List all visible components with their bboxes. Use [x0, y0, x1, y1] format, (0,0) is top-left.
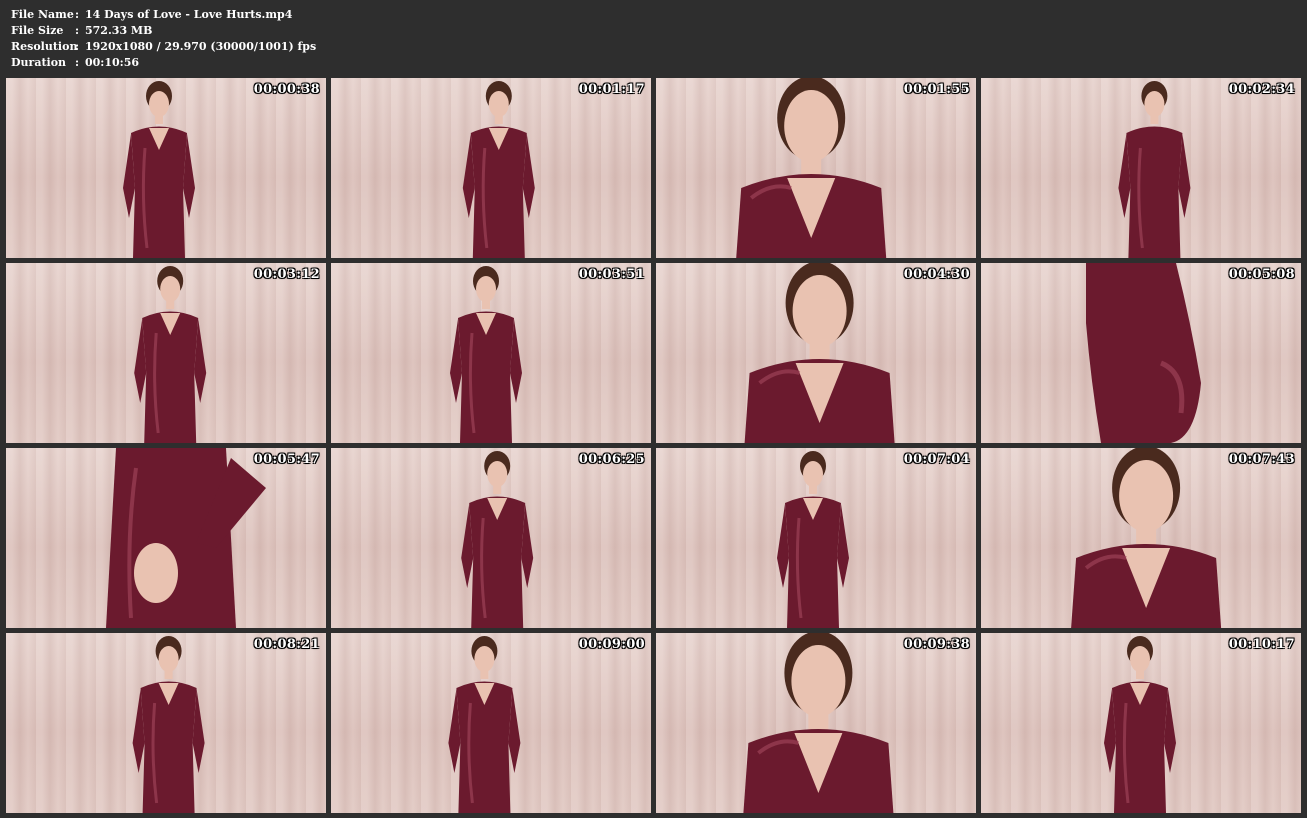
- thumbnail-timestamp: 00:05:47: [253, 452, 320, 467]
- video-thumbnail: 00:01:55: [656, 78, 976, 258]
- thumbnail-frame-image: [1104, 636, 1176, 813]
- thumbnail-frame-image: [736, 78, 887, 258]
- separator: :: [75, 8, 80, 21]
- separator: :: [75, 56, 80, 69]
- figure-silhouette: [134, 266, 207, 443]
- thumbnail-frame-image: [450, 266, 522, 443]
- video-thumbnail: 00:03:51: [331, 263, 651, 443]
- thumbnail-timestamp: 00:04:30: [903, 267, 970, 282]
- video-thumbnail: 00:00:38: [6, 78, 326, 258]
- thumbnail-frame-image: [448, 636, 521, 813]
- thumbnail-timestamp: 00:10:17: [1228, 637, 1295, 652]
- separator: :: [75, 24, 80, 37]
- thumbnail-frame-image: [462, 81, 535, 258]
- figure-silhouette: [1086, 263, 1201, 443]
- video-thumbnail: 00:08:21: [6, 633, 326, 813]
- thumbnail-timestamp: 00:01:17: [578, 82, 645, 97]
- figure-silhouette: [1071, 448, 1222, 628]
- figure-silhouette: [777, 451, 849, 628]
- figure-silhouette: [1118, 81, 1191, 258]
- file-size-value: 572.33 MB: [85, 24, 153, 37]
- thumbnail-grid: 00:00:38 00:01:17 00:01:55 00:02:34 00:03:12…: [6, 78, 1301, 813]
- video-thumbnail: 00:09:00: [331, 633, 651, 813]
- figure-silhouette: [132, 636, 205, 813]
- file-name-value: 14 Days of Love - Love Hurts.mp4: [85, 8, 293, 21]
- video-thumbnail: 00:09:38: [656, 633, 976, 813]
- figure-silhouette: [106, 448, 266, 628]
- thumbnail-timestamp: 00:07:43: [1228, 452, 1295, 467]
- thumbnail-timestamp: 00:03:51: [578, 267, 645, 282]
- thumbnail-frame-image: [106, 448, 266, 628]
- thumbnail-frame-image: [777, 451, 849, 628]
- thumbnail-frame-image: [132, 636, 205, 813]
- thumbnail-timestamp: 00:09:00: [578, 637, 645, 652]
- thumbnail-frame-image: [1118, 81, 1191, 258]
- thumbnail-frame-image: [744, 263, 895, 443]
- video-thumbnail: 00:02:34: [981, 78, 1301, 258]
- video-thumbnail: 00:07:04: [656, 448, 976, 628]
- duration-label: Duration: [11, 56, 67, 69]
- figure-silhouette: [462, 81, 535, 258]
- file-size-row: File Size : 572.33 MB: [11, 23, 316, 39]
- figure-silhouette: [461, 451, 534, 628]
- thumbnail-timestamp: 00:09:38: [903, 637, 970, 652]
- thumbnail-timestamp: 00:05:08: [1228, 267, 1295, 282]
- video-thumbnail: 00:01:17: [331, 78, 651, 258]
- resolution-value: 1920x1080 / 29.970 (30000/1001) fps: [85, 40, 317, 53]
- video-thumbnail: 00:05:47: [6, 448, 326, 628]
- thumbnail-frame-image: [134, 266, 207, 443]
- thumbnail-timestamp: 00:00:38: [253, 82, 320, 97]
- thumbnail-timestamp: 00:07:04: [903, 452, 970, 467]
- figure-silhouette: [743, 633, 894, 813]
- file-name-row: File Name : 14 Days of Love - Love Hurts…: [11, 7, 316, 23]
- resolution-label: Resolution: [11, 40, 78, 53]
- video-thumbnail: 00:04:30: [656, 263, 976, 443]
- thumbnail-timestamp: 00:03:12: [253, 267, 320, 282]
- thumbnail-timestamp: 00:08:21: [253, 637, 320, 652]
- thumbnail-timestamp: 00:06:25: [578, 452, 645, 467]
- video-thumbnail: 00:07:43: [981, 448, 1301, 628]
- video-thumbnail: 00:05:08: [981, 263, 1301, 443]
- duration-row: Duration : 00:10:56: [11, 55, 316, 71]
- file-size-label: File Size: [11, 24, 64, 37]
- duration-value: 00:10:56: [85, 56, 140, 69]
- thumbnail-frame-image: [1086, 263, 1201, 443]
- thumbnail-frame-image: [1071, 448, 1222, 628]
- separator: :: [75, 40, 80, 53]
- figure-silhouette: [1104, 636, 1176, 813]
- figure-silhouette: [448, 636, 521, 813]
- thumbnail-frame-image: [461, 451, 534, 628]
- figure-silhouette: [450, 266, 522, 443]
- video-thumbnail: 00:10:17: [981, 633, 1301, 813]
- thumbnail-timestamp: 00:01:55: [903, 82, 970, 97]
- figure-silhouette: [736, 78, 887, 258]
- figure-silhouette: [744, 263, 895, 443]
- thumbnail-frame-image: [743, 633, 894, 813]
- thumbnail-timestamp: 00:02:34: [1228, 82, 1295, 97]
- video-thumbnail: 00:06:25: [331, 448, 651, 628]
- thumbnail-frame-image: [123, 81, 195, 258]
- file-info-panel: File Name : 14 Days of Love - Love Hurts…: [11, 7, 316, 71]
- video-thumbnail: 00:03:12: [6, 263, 326, 443]
- file-name-label: File Name: [11, 8, 74, 21]
- figure-silhouette: [123, 81, 195, 258]
- resolution-row: Resolution : 1920x1080 / 29.970 (30000/1…: [11, 39, 316, 55]
